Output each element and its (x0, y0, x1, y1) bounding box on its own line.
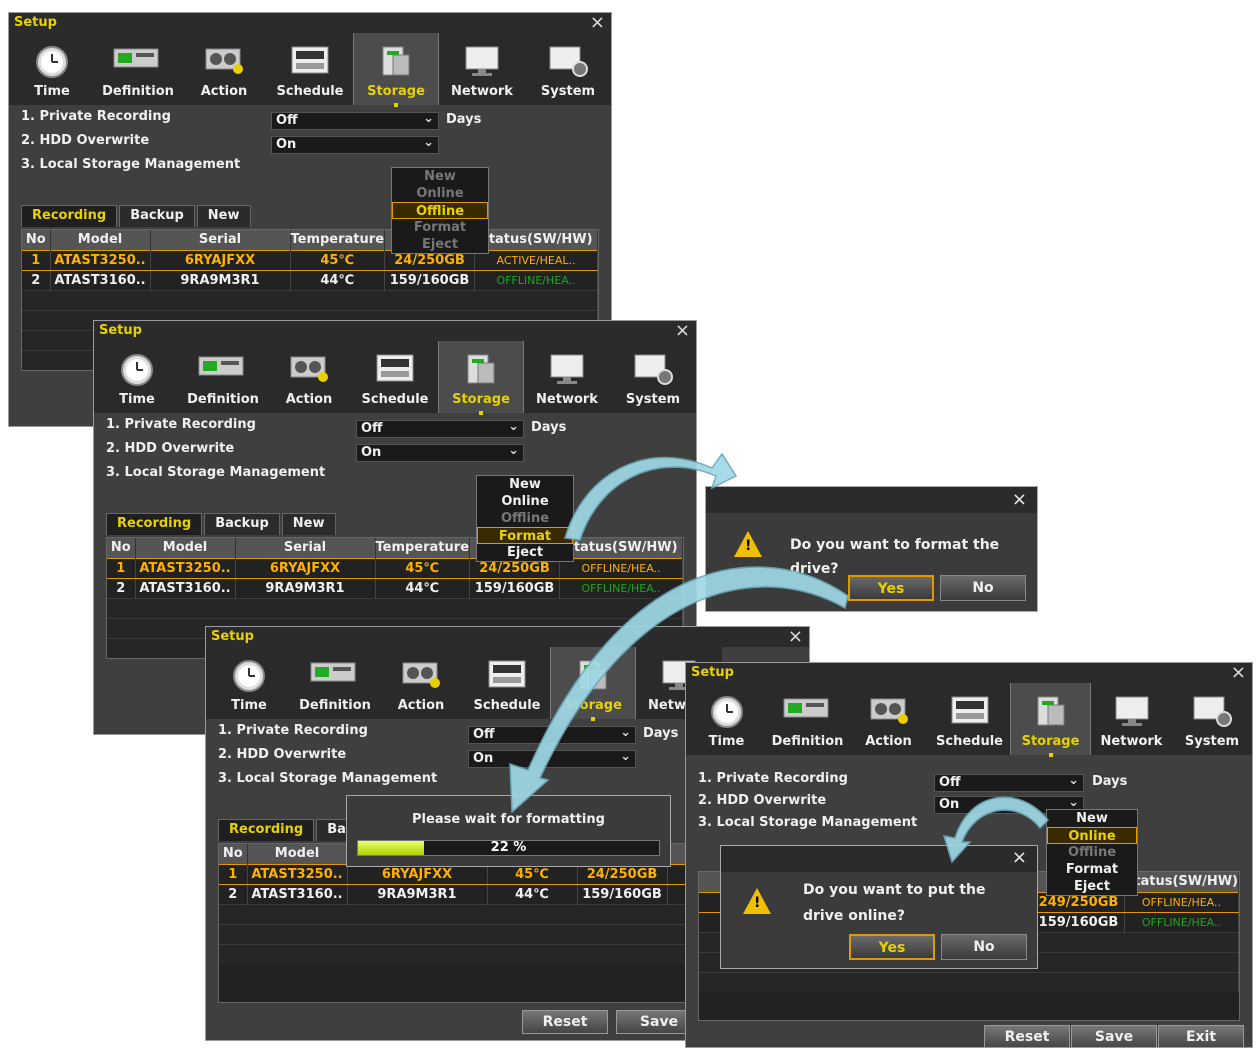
arrow-to-format-dialog (564, 452, 738, 541)
arrow-to-online-dialog (942, 796, 1050, 864)
arrow-to-progress (509, 566, 849, 814)
flow-arrows (509, 452, 1050, 864)
